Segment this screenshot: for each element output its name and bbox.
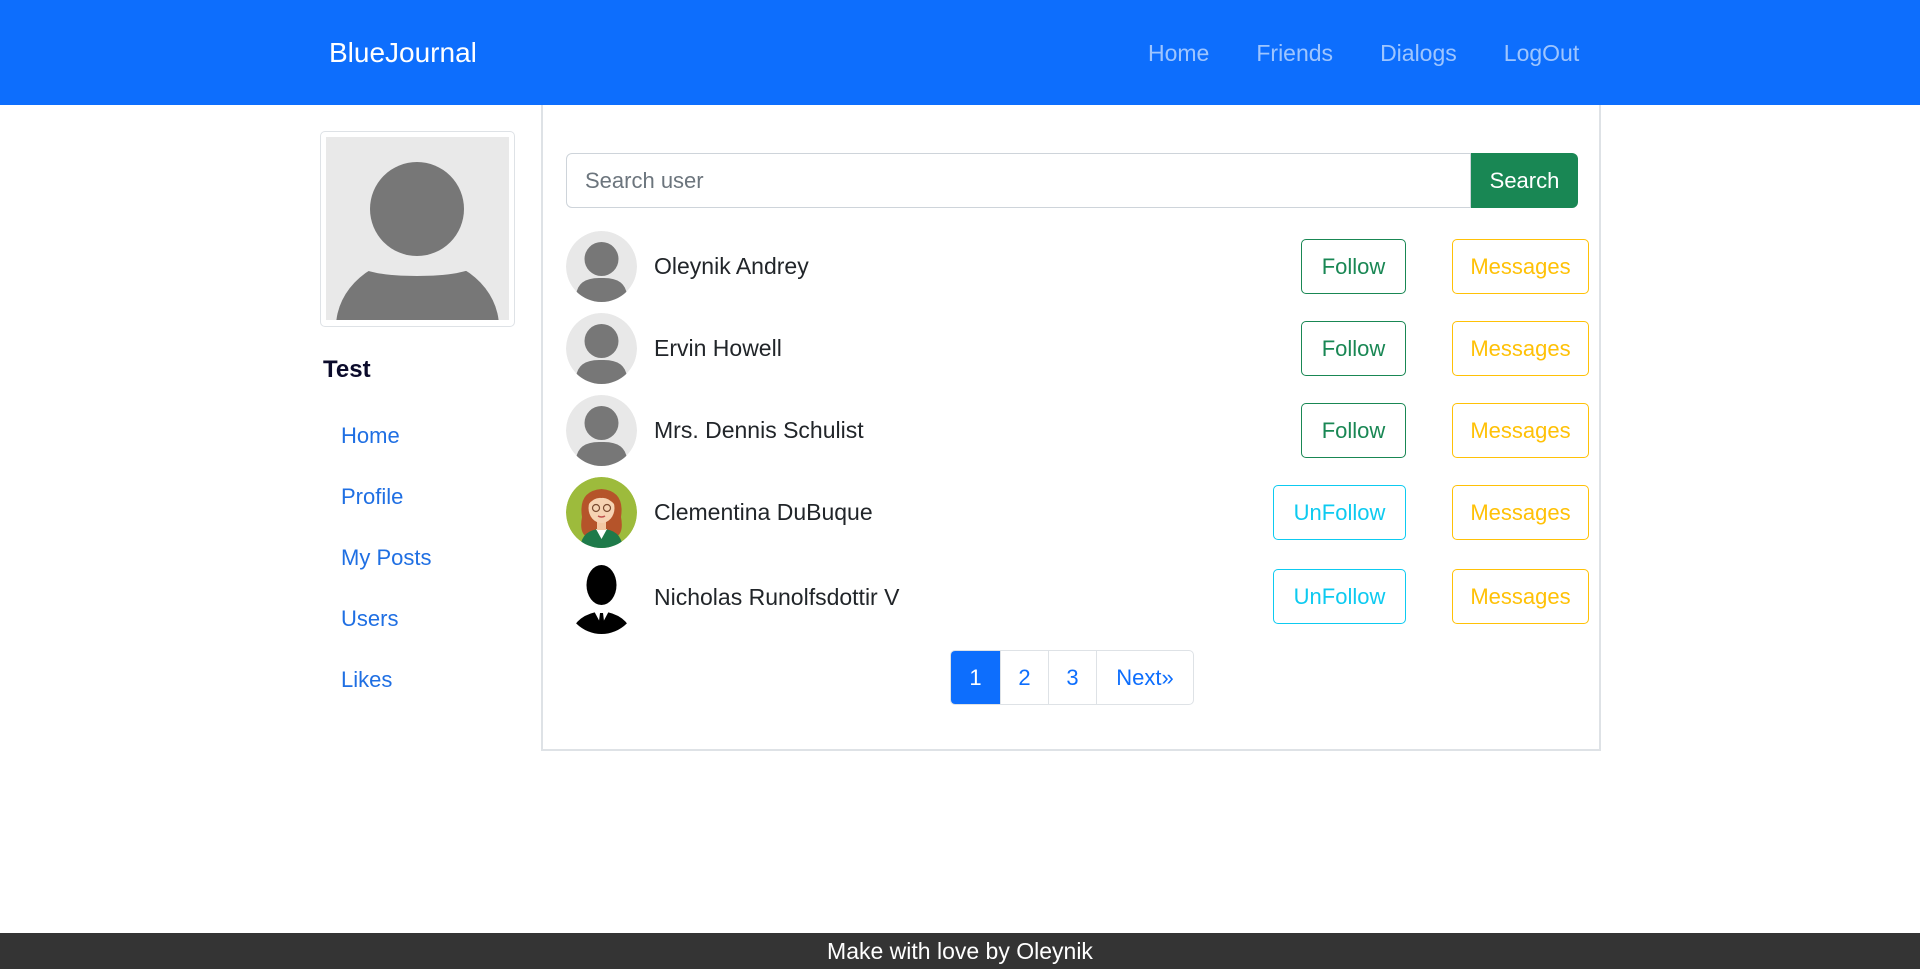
sidebar-item-users[interactable]: Users [341,606,431,667]
user-name: Mrs. Dennis Schulist [654,417,864,443]
page-1-link[interactable]: 1 [951,651,1001,704]
nav-logout-link[interactable]: LogOut [1504,40,1579,67]
default-avatar-icon [566,395,637,466]
pagination: 1 2 3 Next» [950,650,1194,705]
nav-dialogs-link[interactable]: Dialogs [1380,40,1457,67]
unfollow-button[interactable]: UnFollow [1273,485,1406,540]
messages-button[interactable]: Messages [1452,569,1589,624]
user-name: Clementina DuBuque [654,499,873,525]
search-button[interactable]: Search [1471,153,1578,208]
default-avatar-icon [566,313,637,384]
user-list-item: Clementina DuBuque UnFollow Messages [566,477,1589,549]
default-avatar-icon [326,137,509,320]
nav-home-link[interactable]: Home [1148,40,1209,67]
user-list-item: Mrs. Dennis Schulist Follow Messages [566,395,1589,467]
user-name: Oleynik Andrey [654,253,809,279]
sidebar-item-home[interactable]: Home [341,423,431,484]
messages-button[interactable]: Messages [1452,239,1589,294]
sidebar-nav: Home Profile My Posts Users Likes [341,423,431,728]
page-2-link[interactable]: 2 [1001,651,1049,704]
unfollow-button[interactable]: UnFollow [1273,569,1406,624]
messages-button[interactable]: Messages [1452,485,1589,540]
top-nav-links: Home Friends Dialogs LogOut [1148,40,1579,67]
follow-button[interactable]: Follow [1301,239,1406,294]
user-list-item: Oleynik Andrey Follow Messages [566,231,1589,303]
user-name: Nicholas Runolfsdottir V [654,584,900,610]
profile-user-name: Test [323,356,371,383]
users-panel: Search Oleynik Andrey Follow Messages Er… [541,105,1601,751]
messages-button[interactable]: Messages [1452,403,1589,458]
sidebar: Test Home Profile My Posts Users Likes [320,131,516,692]
profile-avatar [320,131,515,327]
user-list-item: Ervin Howell Follow Messages [566,313,1589,385]
sidebar-item-likes[interactable]: Likes [341,667,431,728]
next-page-link[interactable]: Next» [1097,651,1193,704]
default-avatar-icon [566,231,637,302]
user-list-item: Nicholas Runolfsdottir V UnFollow Messag… [566,559,1589,634]
sidebar-item-profile[interactable]: Profile [341,484,431,545]
user-name: Ervin Howell [654,335,782,361]
sidebar-item-my-posts[interactable]: My Posts [341,545,431,606]
search-input[interactable] [566,153,1471,208]
search-form: Search [566,153,1578,208]
follow-button[interactable]: Follow [1301,321,1406,376]
footer: Make with love by Oleynik [0,933,1920,969]
nav-friends-link[interactable]: Friends [1256,40,1333,67]
man-silhouette-avatar-icon [566,563,637,634]
brand-logo[interactable]: BlueJournal [329,37,477,69]
footer-text: Make with love by Oleynik [827,938,1093,964]
top-navbar: BlueJournal Home Friends Dialogs LogOut [0,0,1920,105]
page-3-link[interactable]: 3 [1049,651,1097,704]
follow-button[interactable]: Follow [1301,403,1406,458]
woman-avatar-icon [566,477,637,548]
messages-button[interactable]: Messages [1452,321,1589,376]
